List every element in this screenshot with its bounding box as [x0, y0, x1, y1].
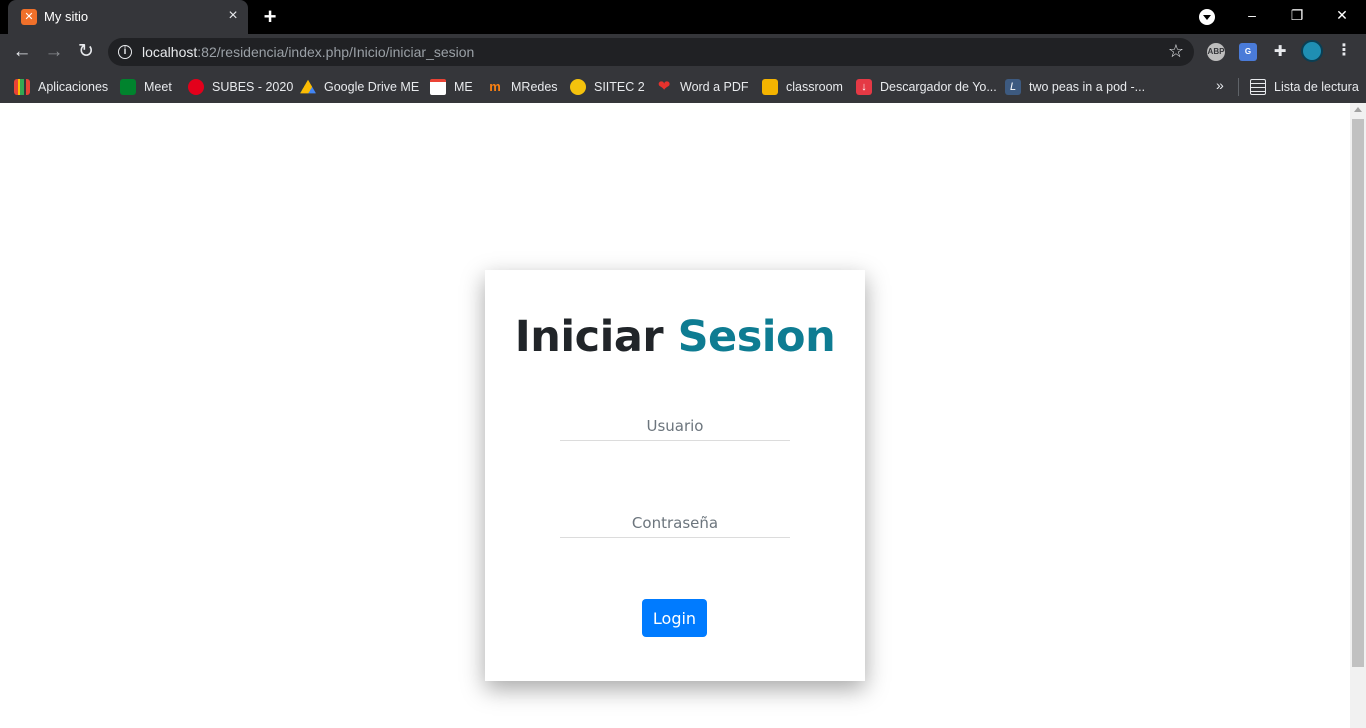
- page-title: Iniciar Sesion: [485, 312, 865, 362]
- minimize-button[interactable]: –: [1240, 4, 1264, 26]
- bookmark-item[interactable]: ↓ Descargador de Yo...: [856, 76, 997, 98]
- bookmark-item[interactable]: L two peas in a pod -...: [1005, 76, 1145, 98]
- title-main: Iniciar: [514, 312, 664, 362]
- bookmark-item[interactable]: Google Drive ME: [300, 76, 419, 98]
- url-host: localhost: [142, 44, 198, 60]
- bookmark-item[interactable]: SUBES - 2020: [188, 76, 293, 98]
- bookmark-item[interactable]: Aplicaciones: [14, 76, 108, 98]
- password-input[interactable]: [560, 508, 790, 538]
- tab-search-icon[interactable]: [1199, 9, 1215, 25]
- url-text[interactable]: localhost:82/residencia/index.php/Inicio…: [142, 44, 474, 60]
- bookmark-label: MRedes: [511, 80, 558, 94]
- moodle-icon: m: [489, 79, 501, 94]
- bookmark-label: ME: [454, 80, 473, 94]
- apps-grid-icon: [14, 79, 30, 95]
- bookmark-label: Google Drive ME: [324, 80, 420, 94]
- username-input[interactable]: [560, 411, 790, 441]
- login-card: Iniciar Sesion Login: [485, 270, 865, 681]
- subes-icon: [188, 79, 204, 95]
- vertical-scrollbar[interactable]: [1350, 103, 1366, 728]
- scroll-up-arrow-icon[interactable]: [1354, 107, 1362, 112]
- bookmark-label: Word a PDF: [680, 80, 749, 94]
- forward-arrow-icon[interactable]: →: [43, 41, 65, 63]
- xampp-icon: ✕: [21, 9, 37, 25]
- bookmarks-overflow-icon[interactable]: »: [1216, 77, 1224, 93]
- browser-toolbar: ← → ↻ i localhost:82/residencia/index.ph…: [0, 34, 1366, 70]
- site-info-icon[interactable]: i: [118, 45, 132, 59]
- bookmark-item[interactable]: SIITEC 2: [570, 76, 645, 98]
- extensions-puzzle-icon[interactable]: ✚: [1271, 43, 1289, 61]
- siitec-icon: [570, 79, 586, 95]
- bookmarks-bar: Aplicaciones Meet SUBES - 2020 Google Dr…: [0, 70, 1366, 103]
- bookmark-star-icon[interactable]: ☆: [1168, 41, 1184, 62]
- address-bar[interactable]: i localhost:82/residencia/index.php/Inic…: [108, 38, 1194, 66]
- restore-button[interactable]: ❐: [1285, 4, 1309, 26]
- drive-icon: [300, 79, 316, 94]
- bookmarks-divider: [1238, 78, 1239, 96]
- close-window-button[interactable]: ✕: [1330, 4, 1354, 26]
- bookmark-label: two peas in a pod -...: [1029, 80, 1146, 94]
- bookmark-label: Meet: [144, 80, 172, 94]
- login-button[interactable]: Login: [642, 599, 707, 637]
- tab-title: My sitio: [44, 9, 89, 24]
- bookmark-item[interactable]: ❤ Word a PDF: [656, 76, 749, 98]
- new-tab-button[interactable]: +: [259, 6, 281, 28]
- browser-menu-icon[interactable]: ⋮: [1335, 43, 1353, 61]
- bookmark-item[interactable]: classroom: [762, 76, 843, 98]
- tab-strip: ✕ My sitio × + – ❐ ✕: [0, 0, 1366, 34]
- bookmark-label: classroom: [786, 80, 843, 94]
- page-viewport: Iniciar Sesion Login: [0, 103, 1350, 728]
- bookmark-label: Descargador de Yo...: [880, 80, 997, 94]
- bookmark-item[interactable]: ME: [430, 76, 473, 98]
- download-icon: ↓: [856, 79, 872, 95]
- bookmark-item[interactable]: Meet: [120, 76, 172, 98]
- reading-list-label: Lista de lectura: [1274, 80, 1359, 94]
- url-path: :82/residencia/index.php/Inicio/iniciar_…: [197, 44, 475, 60]
- back-arrow-icon[interactable]: ←: [11, 41, 33, 63]
- classroom-icon: [762, 79, 778, 95]
- adblock-extension-icon[interactable]: ABP: [1207, 43, 1225, 61]
- reading-list-icon: [1250, 79, 1266, 95]
- title-accent: Sesion: [677, 312, 836, 362]
- profile-avatar[interactable]: [1301, 40, 1323, 62]
- bookmark-label: Aplicaciones: [38, 80, 109, 94]
- reading-list-button[interactable]: Lista de lectura: [1250, 76, 1359, 98]
- meet-icon: [120, 79, 136, 95]
- translate-extension-icon[interactable]: G: [1239, 43, 1257, 61]
- close-tab-icon[interactable]: ×: [224, 7, 242, 25]
- bookmark-label: SUBES - 2020: [212, 80, 294, 94]
- browser-tab[interactable]: ✕ My sitio ×: [8, 0, 248, 34]
- bookmark-label: SIITEC 2: [594, 80, 645, 94]
- scroll-thumb[interactable]: [1352, 119, 1364, 667]
- gmail-icon: [430, 79, 446, 95]
- dictionary-icon: L: [1005, 79, 1021, 95]
- bookmark-item[interactable]: m MRedes: [487, 76, 558, 98]
- heart-icon: ❤: [657, 78, 671, 95]
- reload-icon[interactable]: ↻: [75, 41, 97, 63]
